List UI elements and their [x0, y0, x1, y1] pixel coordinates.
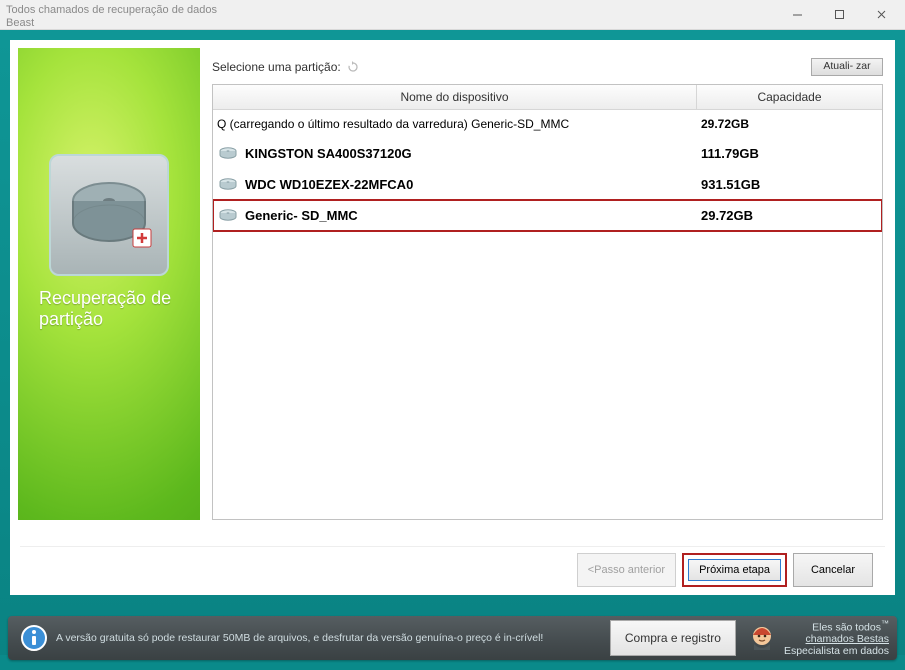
sidebar-title: Recuperação de partição: [39, 288, 179, 329]
device-name: KINGSTON SA400S37120G: [245, 146, 412, 161]
buy-register-button[interactable]: Compra e registro: [610, 620, 736, 656]
device-row[interactable]: WDC WD10EZEX-22MFCA0 931.51GB: [213, 169, 882, 200]
footer-link[interactable]: chamados Bestas: [806, 633, 889, 645]
window-title: Todos chamados de recuperação de dados B…: [6, 4, 226, 29]
maximize-button[interactable]: [825, 4, 853, 24]
refresh-small-icon: [347, 61, 359, 73]
device-capacity: 931.51GB: [697, 177, 882, 192]
previous-step-button: <Passo anterior: [577, 553, 676, 587]
refresh-button[interactable]: Atuali- zar: [811, 58, 883, 76]
scan-result-row[interactable]: Q (carregando o último resultado da varr…: [213, 110, 882, 138]
footer-badge: Eles são todos™ chamados Bestas Especial…: [784, 619, 889, 658]
next-step-highlight: Próxima etapa: [682, 553, 787, 587]
device-row[interactable]: KINGSTON SA400S37120G 111.79GB: [213, 138, 882, 169]
device-name: WDC WD10EZEX-22MFCA0: [245, 177, 413, 192]
sidebar: Recuperação de partição: [18, 48, 200, 520]
minimize-button[interactable]: [783, 4, 811, 24]
info-icon: [20, 624, 48, 652]
app-frame: Recuperação de partição Selecione uma pa…: [0, 30, 905, 655]
next-step-button[interactable]: Próxima etapa: [688, 559, 781, 581]
mascot-icon: [746, 622, 778, 654]
device-row[interactable]: Generic- SD_MMC 29.72GB: [213, 200, 882, 231]
titlebar: Todos chamados de recuperação de dados B…: [0, 0, 905, 30]
device-capacity: 111.79GB: [697, 146, 882, 161]
table-header: Nome do dispositivo Capacidade: [213, 85, 882, 110]
cancel-button[interactable]: Cancelar: [793, 553, 873, 587]
column-capacity[interactable]: Capacidade: [697, 85, 882, 109]
wizard-nav: <Passo anterior Próxima etapa Cancelar: [20, 546, 885, 595]
footer-trial-text: A versão gratuita só pode restaurar 50MB…: [56, 632, 610, 644]
device-name: Generic- SD_MMC: [245, 208, 358, 223]
close-button[interactable]: [867, 4, 895, 24]
partition-recovery-icon: [49, 154, 169, 276]
content-panel: Recuperação de partição Selecione uma pa…: [10, 40, 895, 595]
select-partition-label: Selecione uma partição:: [212, 60, 359, 74]
device-table: Nome do dispositivo Capacidade Q (carreg…: [212, 84, 883, 520]
footer-banner: A versão gratuita só pode restaurar 50MB…: [8, 616, 897, 660]
window-controls: [783, 4, 899, 24]
main-area: Selecione uma partição: Atuali- zar Nome…: [200, 40, 895, 528]
column-device-name[interactable]: Nome do dispositivo: [213, 85, 697, 109]
device-rows: Q (carregando o último resultado da varr…: [213, 110, 882, 231]
device-capacity: 29.72GB: [697, 208, 882, 223]
